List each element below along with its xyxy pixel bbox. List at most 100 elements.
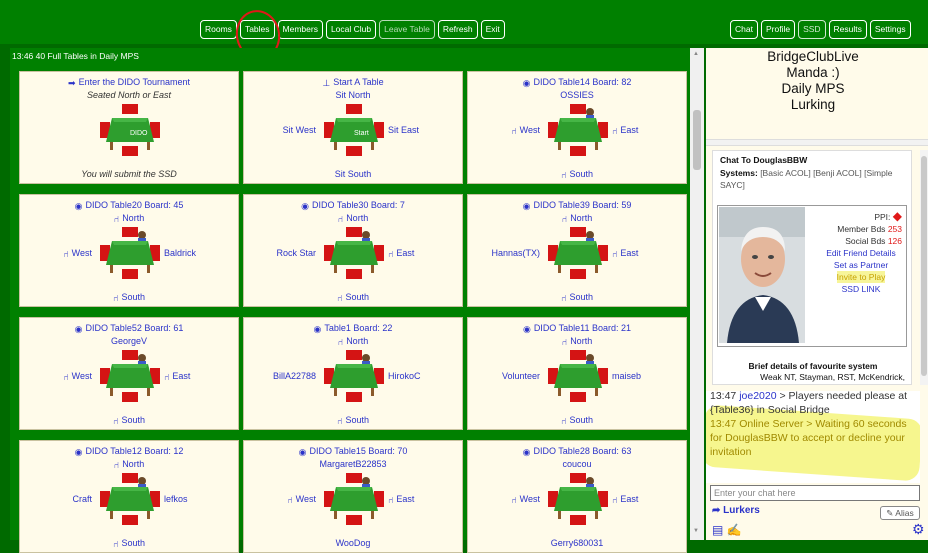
table-title[interactable]: ◉ DIDO Table12 Board: 12 — [20, 445, 238, 458]
seat-north[interactable]: ⑁ North — [20, 458, 238, 471]
table-title[interactable]: ➡ Enter the DIDO Tournament — [20, 76, 238, 89]
table-title[interactable]: ◉ DIDO Table15 Board: 70 — [244, 445, 462, 458]
edit-friend-link[interactable]: Edit Friend Details — [820, 247, 902, 259]
ssd-link[interactable]: SSD LINK — [820, 283, 902, 295]
invite-to-play-link[interactable]: Invite to Play — [836, 271, 886, 283]
chat-to-user[interactable]: DouglasBBW — [753, 155, 807, 165]
seat-east[interactable]: ⑁ East — [612, 493, 684, 506]
seat-south[interactable]: You will submit the SSD — [20, 168, 238, 180]
table-tile[interactable]: ◉ DIDO Table11 Board: 21 ⑁ North Volunteer ma… — [467, 317, 687, 430]
local-club-button[interactable]: Local Club — [325, 20, 377, 39]
table-tile[interactable]: ◉ DIDO Table12 Board: 12 ⑁ North Craft lefkos… — [19, 440, 239, 553]
seat-north[interactable]: MargaretB22853 — [244, 458, 462, 470]
seat-north[interactable]: ⑁ North — [244, 212, 462, 225]
profile-button[interactable]: Profile — [760, 20, 796, 39]
chat-input[interactable]: Enter your chat here — [710, 485, 920, 501]
seat-north[interactable]: ⑁ North — [244, 335, 462, 348]
seat-south[interactable]: ⑁ South — [244, 291, 462, 304]
table-title[interactable]: ◉ DIDO Table30 Board: 7 — [244, 199, 462, 212]
table-tile[interactable]: ◉ DIDO Table30 Board: 7 ⑁ North Rock Star ⑁ Ea… — [243, 194, 463, 307]
seat-east[interactable]: ⑁ East — [612, 124, 684, 137]
table-tile[interactable]: ◉ Table1 Board: 22 ⑁ North BillA22788 HirokoC… — [243, 317, 463, 430]
seat-west[interactable]: BillA22788 — [244, 370, 316, 382]
table-title[interactable]: ⊥ Start A Table — [244, 76, 462, 89]
ssd-button[interactable]: SSD — [798, 20, 826, 39]
table-tile[interactable]: ◉ DIDO Table39 Board: 59 ⑁ North Hannas(TX) ⑁… — [467, 194, 687, 307]
seat-south[interactable]: Gerry680031 — [468, 537, 686, 549]
seat-east[interactable]: maiseb — [612, 370, 684, 382]
chat-user-link[interactable]: joe2020 — [739, 391, 776, 402]
rooms-button[interactable]: Rooms — [200, 20, 237, 39]
seat-north[interactable]: ⑁ North — [468, 212, 686, 225]
seat-east[interactable]: ⑁ East — [388, 247, 460, 260]
profile-scrollbar[interactable] — [920, 150, 928, 385]
seat-north[interactable]: Sit North — [244, 89, 462, 101]
table-title[interactable]: ◉ DIDO Table14 Board: 82 — [468, 76, 686, 89]
table-title[interactable]: ◉ Table1 Board: 22 — [244, 322, 462, 335]
scroll-thumb[interactable] — [693, 110, 701, 170]
alias-button[interactable]: ✎ Alias — [880, 506, 920, 520]
scroll-down-icon[interactable]: ▼ — [693, 528, 701, 534]
table-tile[interactable]: ➡ Enter the DIDO Tournament Seated North o… — [19, 71, 239, 184]
set-partner-link[interactable]: Set as Partner — [820, 259, 902, 271]
table-title[interactable]: ◉ DIDO Table52 Board: 61 — [20, 322, 238, 335]
seat-west[interactable]: Rock Star — [244, 247, 316, 259]
seat-west[interactable]: ⑁ West — [20, 247, 92, 260]
seat-west[interactable]: ⑁ West — [468, 124, 540, 137]
seat-south[interactable]: Sit South — [244, 168, 462, 180]
profile-scroll-thumb[interactable] — [921, 156, 927, 376]
seat-south[interactable]: ⑁ South — [20, 291, 238, 304]
chat-button[interactable]: Chat — [730, 20, 758, 39]
seat-east[interactable]: Baldrick — [164, 247, 236, 259]
seat-south[interactable]: ⑁ South — [244, 414, 462, 427]
seat-north[interactable]: Seated North or East — [20, 89, 238, 101]
edit-document-icon[interactable]: ✍ — [727, 523, 742, 537]
table-title[interactable]: ◉ DIDO Table11 Board: 21 — [468, 322, 686, 335]
settings-button[interactable]: Settings — [869, 20, 911, 39]
table-tile[interactable]: ◉ DIDO Table20 Board: 45 ⑁ North ⑁ West Baldri… — [19, 194, 239, 307]
table-tile[interactable]: ◉ DIDO Table14 Board: 82 OSSIES ⑁ West ⑁ East ⑁… — [467, 71, 687, 184]
scroll-up-icon[interactable]: ▲ — [693, 51, 701, 57]
seat-east[interactable]: ⑁ East — [612, 247, 684, 260]
seat-north[interactable]: ⑁ North — [20, 212, 238, 225]
table-tile[interactable]: ◉ DIDO Table52 Board: 61 GeorgeV ⑁ West ⑁ East… — [19, 317, 239, 430]
seat-south[interactable]: WooDog — [244, 537, 462, 549]
seat-south[interactable]: ⑁ South — [468, 414, 686, 427]
seat-north[interactable]: GeorgeV — [20, 335, 238, 347]
refresh-button[interactable]: Refresh — [437, 20, 478, 39]
table-title[interactable]: ◉ DIDO Table20 Board: 45 — [20, 199, 238, 212]
seat-west[interactable]: ⑁ West — [244, 493, 316, 506]
seat-west[interactable]: ⑁ West — [20, 370, 92, 383]
results-button[interactable]: Results — [828, 20, 867, 39]
exit-button[interactable]: Exit — [480, 20, 505, 39]
leave-table-button[interactable]: Leave Table — [379, 20, 435, 39]
gear-icon[interactable]: ⚙ — [912, 521, 925, 538]
tables-scrollbar[interactable]: ▲ ▼ — [690, 48, 704, 540]
seat-north[interactable]: coucou — [468, 458, 686, 470]
seat-east[interactable]: HirokoC — [388, 370, 460, 382]
seat-west[interactable]: ⑁ West — [468, 493, 540, 506]
seat-south[interactable]: ⑁ South — [468, 291, 686, 304]
seat-north[interactable]: ⑁ North — [468, 335, 686, 348]
seat-south[interactable]: ⑁ South — [20, 537, 238, 550]
seat-west[interactable]: Craft — [20, 493, 92, 505]
seat-south[interactable]: ⑁ South — [20, 414, 238, 427]
seat-north[interactable]: OSSIES — [468, 89, 686, 101]
table-title[interactable]: ◉ DIDO Table28 Board: 63 — [468, 445, 686, 458]
seat-west[interactable]: Sit West — [244, 124, 316, 136]
lurkers-link[interactable]: ➦ Lurkers — [712, 505, 760, 516]
chat-to-link[interactable]: Chat To DouglasBBW — [720, 155, 807, 165]
table-tile[interactable]: ⊥ Start A Table Sit North Sit West Start Sit … — [243, 71, 463, 184]
table-title[interactable]: ◉ DIDO Table39 Board: 59 — [468, 199, 686, 212]
seat-east[interactable]: lefkos — [164, 493, 236, 505]
seat-east[interactable]: ⑁ East — [164, 370, 236, 383]
table-tile[interactable]: ◉ DIDO Table15 Board: 70 MargaretB22853 ⑁ We… — [243, 440, 463, 553]
seat-east[interactable]: Sit East — [388, 124, 460, 136]
seat-west[interactable]: Hannas(TX) — [468, 247, 540, 259]
seat-east[interactable]: ⑁ East — [388, 493, 460, 506]
table-tile[interactable]: ◉ DIDO Table28 Board: 63 coucou ⑁ West ⑁ East G… — [467, 440, 687, 553]
list-icon[interactable]: ▤ — [712, 523, 723, 537]
members-button[interactable]: Members — [277, 20, 323, 39]
seat-south[interactable]: ⑁ South — [468, 168, 686, 181]
seat-west[interactable]: Volunteer — [468, 370, 540, 382]
